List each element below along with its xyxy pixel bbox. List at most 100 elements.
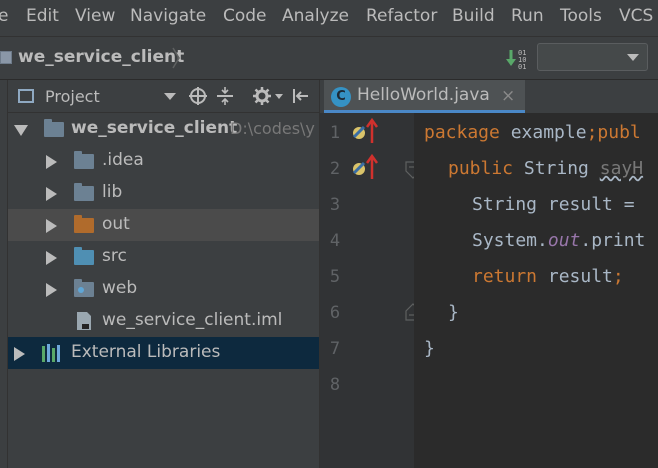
project-icon (18, 89, 34, 103)
line-number: 3 (329, 195, 341, 215)
brace: } (424, 338, 435, 359)
tree-item-label: lib (102, 182, 123, 202)
identifier: result (537, 266, 613, 287)
menu-code[interactable]: Code (223, 6, 267, 26)
web-badge-icon (78, 287, 84, 293)
left-tool-strip (0, 80, 8, 468)
gear-icon[interactable] (252, 86, 272, 106)
line-number: 8 (329, 375, 341, 395)
java-class-icon: C (331, 87, 351, 107)
chevron-down-icon (627, 54, 639, 61)
method-name: sayH (599, 158, 644, 179)
menu-file[interactable]: e (0, 6, 8, 26)
line-number: 5 (329, 267, 341, 287)
tree-item-idea[interactable]: .idea (8, 145, 319, 177)
static-field: out (547, 230, 581, 251)
module-file-icon (77, 312, 91, 330)
code-line-4: System.out.print (472, 230, 645, 251)
line-number: 7 (329, 339, 341, 359)
tree-item-label: External Libraries (71, 342, 221, 362)
webservice-implementation-icon[interactable] (350, 117, 380, 145)
breadcrumb[interactable]: we_service_client (18, 47, 184, 67)
keyword: public (448, 158, 514, 179)
menu-refactor[interactable]: Refactor (366, 6, 437, 26)
module-folder-icon (44, 119, 64, 137)
code-line-5: return result; (472, 266, 624, 287)
tree-item-src[interactable]: src (8, 241, 319, 273)
menu-build[interactable]: Build (452, 6, 495, 26)
code-line-6: } (448, 302, 459, 323)
close-icon[interactable]: × (501, 86, 515, 106)
brace: } (448, 302, 459, 323)
tree-item-label: .idea (102, 150, 144, 170)
line-number: 6 (329, 303, 341, 323)
line-number: 4 (329, 231, 341, 251)
tree-item-label: src (102, 246, 127, 266)
menu-tools[interactable]: Tools (560, 6, 602, 26)
identifier: .print (580, 230, 646, 251)
expand-arrow-icon[interactable] (46, 187, 57, 201)
project-panel-header: Project (8, 80, 319, 113)
identifier: System. (472, 230, 548, 251)
editor-tab-bar: C HelloWorld.java × (319, 80, 658, 113)
gear-chevron-icon[interactable] (275, 94, 283, 99)
project-panel: Project we_service_client D:\codes\y .id… (8, 80, 319, 468)
view-select-chevron-icon[interactable] (164, 93, 176, 100)
editor-gutter: 1 2 3 4 5 6 7 8 (319, 113, 421, 468)
collapse-all-icon[interactable] (215, 86, 235, 106)
menu-edit[interactable]: Edit (26, 6, 59, 26)
web-folder-icon (74, 279, 94, 297)
code-line-7: } (424, 338, 435, 359)
run-configuration-select[interactable] (537, 43, 648, 71)
folder-icon (74, 183, 94, 201)
svg-text:01: 01 (518, 63, 526, 71)
excluded-folder-icon (74, 215, 94, 233)
folder-icon (74, 151, 94, 169)
code-line-1: package example;publ (424, 122, 641, 143)
project-panel-title[interactable]: Project (45, 87, 100, 106)
menu-vcs[interactable]: VCS (619, 6, 653, 26)
code-line-3: String result = (472, 194, 645, 215)
vcs-update-icon[interactable]: 01 10 01 (505, 47, 529, 71)
line-number: 2 (329, 159, 341, 179)
collapse-arrow-icon[interactable] (14, 125, 28, 136)
expand-arrow-icon[interactable] (46, 219, 57, 233)
tree-item-label: web (102, 278, 138, 298)
tree-item-external-libraries[interactable]: External Libraries (8, 337, 319, 369)
expand-arrow-icon[interactable] (46, 283, 57, 297)
expand-arrow-icon[interactable] (14, 347, 25, 361)
libraries-icon (42, 344, 60, 362)
tree-item-label: out (102, 214, 130, 234)
tree-item-web[interactable]: web (8, 273, 319, 305)
hide-panel-icon[interactable] (291, 86, 311, 106)
menu-navigate[interactable]: Navigate (130, 6, 206, 26)
tree-item-iml[interactable]: we_service_client.iml (8, 305, 319, 337)
breadcrumb-chevron-icon (172, 47, 180, 69)
tree-item-lib[interactable]: lib (8, 177, 319, 209)
tree-item-label: we_service_client (71, 118, 238, 138)
code-editor[interactable]: package example;publ public String sayH … (414, 113, 658, 468)
tab-helloworld-java[interactable]: C HelloWorld.java × (324, 80, 525, 113)
tree-item-out[interactable]: out (8, 209, 319, 241)
semicolon: ; (586, 122, 598, 143)
keyword: package (424, 122, 500, 143)
menu-analyze[interactable]: Analyze (282, 6, 349, 26)
module-icon (0, 51, 12, 64)
menu-run[interactable]: Run (511, 6, 544, 26)
statement: String result = (472, 194, 646, 215)
scroll-from-source-icon[interactable] (188, 86, 208, 106)
semicolon: ; (612, 266, 624, 287)
menu-view[interactable]: View (75, 6, 115, 26)
identifier: example (499, 122, 587, 143)
expand-arrow-icon[interactable] (46, 251, 57, 265)
tree-item-path: D:\codes\y (230, 119, 315, 138)
keyword: publ (597, 122, 641, 143)
expand-arrow-icon[interactable] (46, 155, 57, 169)
line-number: 1 (329, 123, 341, 143)
tree-item-project-root[interactable]: we_service_client D:\codes\y (8, 113, 319, 145)
identifier: String (513, 158, 600, 179)
keyword: return (472, 266, 538, 287)
tree-item-label: we_service_client.iml (102, 310, 283, 330)
webservice-method-icon[interactable] (350, 153, 380, 181)
code-line-2: public String sayH (448, 158, 643, 179)
